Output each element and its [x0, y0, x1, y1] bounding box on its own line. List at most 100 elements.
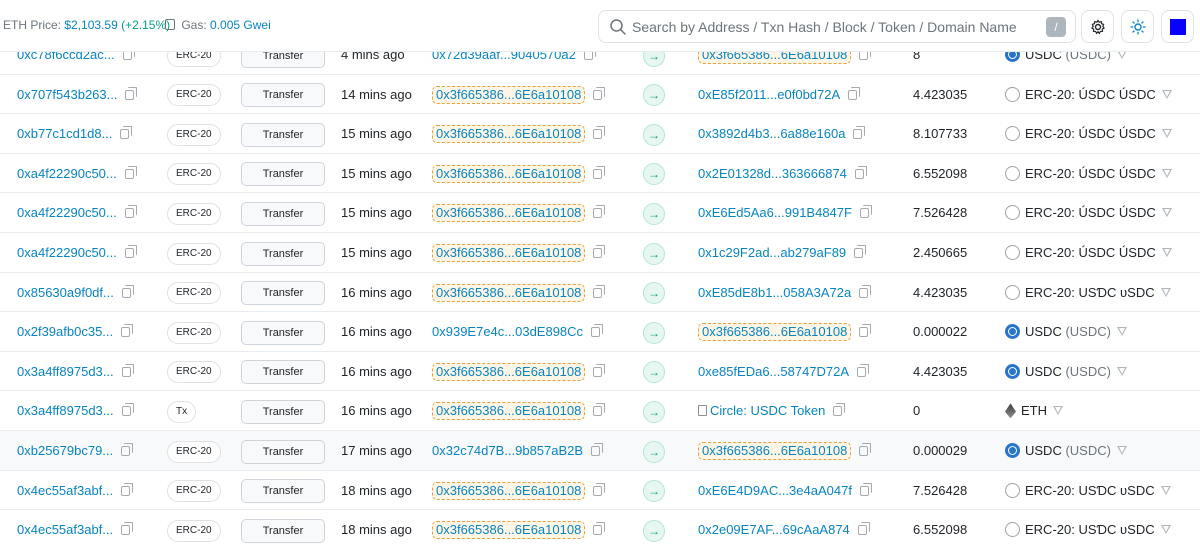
from-address-link[interactable]: 0x3f665386...6E6a10108 [432, 164, 586, 183]
type-badge[interactable]: Transfer [241, 281, 325, 306]
type-badge[interactable]: Transfer [241, 201, 325, 226]
txn-hash-link[interactable]: 0x85630a9f0df... [17, 285, 114, 300]
token-name[interactable]: ETH [1021, 403, 1047, 418]
copy-icon[interactable] [853, 126, 866, 140]
to-address-link[interactable]: 0x3f665386...6E6a10108 [698, 323, 852, 342]
copy-icon[interactable] [593, 363, 606, 377]
from-address-link[interactable]: 0x3f665386...6E6a10108 [432, 125, 586, 144]
filter-icon[interactable] [1160, 525, 1171, 535]
filter-icon[interactable] [1161, 89, 1172, 99]
filter-icon[interactable] [1161, 208, 1172, 218]
token-name[interactable]: USDC [1025, 364, 1062, 379]
copy-icon[interactable] [121, 482, 134, 496]
copy-icon[interactable] [593, 403, 606, 417]
filter-icon[interactable] [1161, 168, 1172, 178]
copy-icon[interactable] [854, 165, 867, 179]
token-cell[interactable]: USDC (USDC) [1005, 352, 1127, 391]
token-name[interactable]: ERC-20: USƊC ᴜSDC [1025, 285, 1155, 300]
eth-price-value[interactable]: $2,103.59 [64, 18, 117, 32]
type-badge[interactable]: Transfer [241, 439, 325, 464]
from-address-link[interactable]: 0x3f665386...6E6a10108 [432, 283, 586, 302]
copy-icon[interactable] [857, 522, 870, 536]
token-cell[interactable]: ERC-20: ÚSDC ÚSDC [1005, 114, 1172, 153]
to-address-link[interactable]: Circle: USDC Token [710, 403, 825, 418]
filter-icon[interactable] [1161, 129, 1172, 139]
network-button[interactable] [1161, 10, 1194, 43]
from-address-link[interactable]: 0x3f665386...6E6a10108 [432, 204, 586, 223]
to-address-link[interactable]: 0x2E01328d...363666874 [698, 166, 847, 181]
to-address-link[interactable]: 0xE85dE8b1...058A3A72a [698, 285, 851, 300]
type-badge[interactable]: Transfer [241, 241, 325, 266]
copy-icon[interactable] [859, 482, 872, 496]
txn-hash-link[interactable]: 0x3a4ff8975d3... [17, 364, 114, 379]
token-cell[interactable]: ETH [1005, 391, 1063, 430]
filter-icon[interactable] [1160, 485, 1171, 495]
from-address-link[interactable]: 0x3f665386...6E6a10108 [432, 481, 586, 500]
copy-icon[interactable] [591, 324, 604, 338]
copy-icon[interactable] [593, 482, 606, 496]
token-cell[interactable]: ERC-20: ÚSDC ÚSDC [1005, 233, 1172, 272]
copy-icon[interactable] [124, 244, 137, 258]
copy-icon[interactable] [591, 442, 604, 456]
to-address-link[interactable]: 0x2e09E7AF...69cAaA874 [698, 522, 850, 537]
to-address-link[interactable]: 0x3f665386...6E6a10108 [698, 441, 852, 460]
type-badge[interactable]: Transfer [241, 518, 325, 543]
token-cell[interactable]: ERC-20: ÚSDC ÚSDC [1005, 154, 1172, 193]
type-badge[interactable]: Transfer [241, 399, 325, 424]
copy-icon[interactable] [859, 284, 872, 298]
copy-icon[interactable] [859, 442, 872, 456]
token-name[interactable]: ERC-20: ÚSDC ÚSDC [1025, 87, 1156, 102]
txn-hash-link[interactable]: 0x4ec55af3abf... [17, 522, 113, 537]
from-address-link[interactable]: 0x3f665386...6E6a10108 [432, 521, 586, 540]
type-badge[interactable]: Transfer [241, 360, 325, 385]
to-address-link[interactable]: 0xE6E4D9AC...3e4aA047f [698, 483, 852, 498]
from-address-link[interactable]: 0x32c74d7B...9b857aB2B [432, 443, 583, 458]
token-cell[interactable]: ERC-20: USƊC ᴜSDC [1005, 510, 1171, 546]
to-address-link[interactable]: 0x3892d4b3...6a88e160a [698, 126, 845, 141]
token-cell[interactable]: ERC-20: USƊC ᴜSDC [1005, 273, 1171, 312]
copy-icon[interactable] [121, 284, 134, 298]
to-address-link[interactable]: 0x1c29F2ad...ab279aF89 [698, 245, 846, 260]
token-name[interactable]: ERC-20: USƊC ᴜSDC [1025, 483, 1155, 498]
from-address-link[interactable]: 0x3f665386...6E6a10108 [432, 85, 586, 104]
from-address-link[interactable]: 0x3f665386...6E6a10108 [432, 362, 586, 381]
token-cell[interactable]: ERC-20: USƊC ᴜSDC [1005, 471, 1171, 510]
copy-icon[interactable] [121, 363, 134, 377]
search-input[interactable] [632, 16, 1032, 38]
txn-hash-link[interactable]: 0xa4f22290c50... [17, 205, 117, 220]
copy-icon[interactable] [593, 205, 606, 219]
to-address-link[interactable]: 0xe85fEDa6...58747D72A [698, 364, 849, 379]
copy-icon[interactable] [121, 403, 134, 417]
token-name[interactable]: ERC-20: ÚSDC ÚSDC [1025, 166, 1156, 181]
copy-icon[interactable] [593, 244, 606, 258]
txn-hash-link[interactable]: 0xa4f22290c50... [17, 245, 117, 260]
from-address-link[interactable]: 0x939E7e4c...03dE898Cc [432, 324, 583, 339]
txn-hash-link[interactable]: 0xb77c1cd1d8... [17, 126, 112, 141]
copy-icon[interactable] [833, 403, 846, 417]
copy-icon[interactable] [593, 86, 606, 100]
filter-icon[interactable] [1116, 445, 1127, 455]
filter-icon[interactable] [1116, 366, 1127, 376]
copy-icon[interactable] [857, 363, 870, 377]
copy-icon[interactable] [848, 86, 861, 100]
copy-icon[interactable] [859, 205, 872, 219]
token-cell[interactable]: USDC (USDC) [1005, 431, 1127, 470]
copy-icon[interactable] [121, 324, 134, 338]
gas-value[interactable]: 0.005 Gwei [210, 18, 271, 32]
from-address-link[interactable]: 0x3f665386...6E6a10108 [432, 402, 586, 421]
copy-icon[interactable] [593, 165, 606, 179]
copy-icon[interactable] [121, 522, 134, 536]
copy-icon[interactable] [593, 522, 606, 536]
copy-icon[interactable] [593, 284, 606, 298]
txn-hash-link[interactable]: 0xb25679bc79... [17, 443, 113, 458]
copy-icon[interactable] [124, 165, 137, 179]
type-badge[interactable]: Transfer [241, 83, 325, 108]
token-name[interactable]: ERC-20: ÚSDC ÚSDC [1025, 205, 1156, 220]
type-badge[interactable]: Transfer [241, 479, 325, 504]
token-name[interactable]: USDC [1025, 443, 1062, 458]
filter-icon[interactable] [1116, 327, 1127, 337]
token-name[interactable]: ERC-20: ÚSDC ÚSDC [1025, 126, 1156, 141]
type-badge[interactable]: Transfer [241, 122, 325, 147]
token-name[interactable]: USDC [1025, 324, 1062, 339]
token-cell[interactable]: USDC (USDC) [1005, 312, 1127, 351]
